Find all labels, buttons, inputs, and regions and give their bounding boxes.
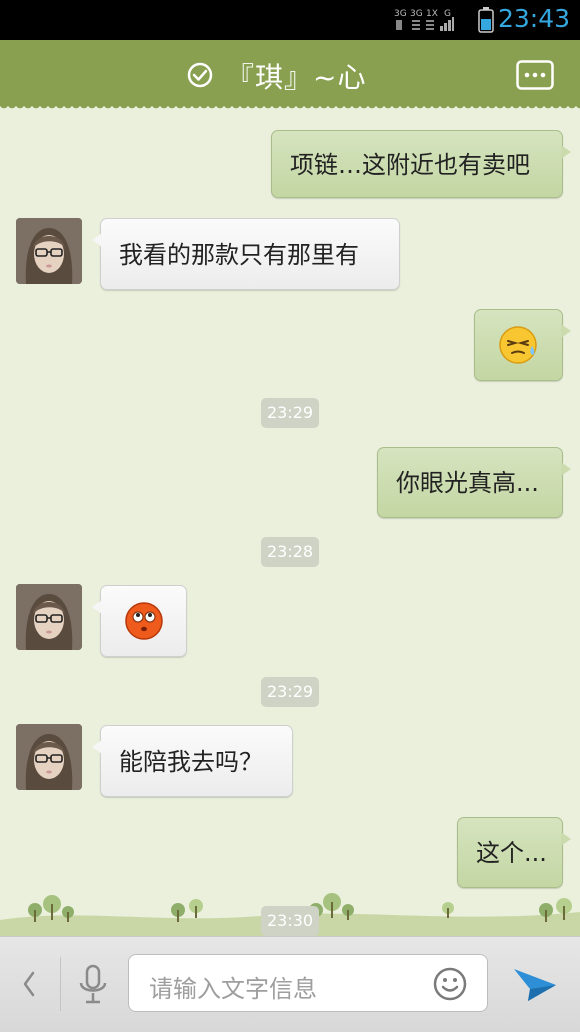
avatar-image <box>16 724 82 790</box>
battery-icon <box>478 7 494 33</box>
timestamp: 23:29 <box>261 398 319 428</box>
check-circle-icon <box>187 62 213 88</box>
title-bar: 『琪』~心 <box>0 40 580 112</box>
divider <box>60 957 61 1011</box>
message-text: 你眼光真高... <box>396 469 539 497</box>
timestamp: 23:28 <box>261 537 319 567</box>
avatar-image <box>16 584 82 650</box>
message-bubble-outgoing[interactable] <box>474 309 571 381</box>
send-icon[interactable] <box>512 963 558 1005</box>
message-text: 能陪我去吗？ <box>119 748 263 776</box>
message-bubble-incoming[interactable]: 我看的那款只有那里有 <box>92 218 400 290</box>
avatar[interactable] <box>16 218 82 284</box>
rolling-eyes-face-emoji-icon <box>124 602 163 640</box>
microphone-icon[interactable] <box>76 963 110 1005</box>
timestamp: 23:30 <box>261 906 319 936</box>
avatar-image <box>16 218 82 284</box>
message-bubble-incoming[interactable] <box>92 585 187 657</box>
input-bar: 请输入文字信息 <box>0 936 580 1032</box>
chevron-left-icon[interactable] <box>18 967 40 1001</box>
message-input-placeholder: 请输入文字信息 <box>149 975 317 1003</box>
svg-text:1X: 1X <box>426 9 438 19</box>
message-bubble-outgoing[interactable]: 这个... <box>457 817 571 888</box>
chat-title: 『琪』~心 <box>226 61 367 94</box>
message-bubble-outgoing[interactable]: 项链…这附近也有卖吧 <box>271 130 571 198</box>
message-text: 这个... <box>476 839 547 867</box>
status-bar: 3G 3G 1X G 23:43 <box>0 0 580 40</box>
network-signal-icon: 3G 3G 1X G <box>394 9 454 31</box>
svg-text:3G: 3G <box>394 9 407 19</box>
avatar[interactable] <box>16 584 82 650</box>
message-bubble-incoming[interactable]: 能陪我去吗？ <box>92 725 293 797</box>
chat-area[interactable]: 项链…这附近也有卖吧 我看的那款只有那里有 23:29 你眼光真高... 23:… <box>0 106 580 936</box>
avatar[interactable] <box>16 724 82 790</box>
message-text: 项链…这附近也有卖吧 <box>290 151 530 179</box>
message-input[interactable]: 请输入文字信息 <box>128 954 488 1012</box>
emoji-picker-icon[interactable] <box>433 967 467 1001</box>
status-clock: 23:43 <box>497 4 570 33</box>
message-bubble-outgoing[interactable]: 你眼光真高... <box>377 447 571 518</box>
svg-text:G: G <box>444 9 451 19</box>
message-text: 我看的那款只有那里有 <box>119 241 359 269</box>
sweat-face-emoji-icon <box>498 326 537 364</box>
more-options-icon[interactable] <box>516 60 554 90</box>
svg-text:3G: 3G <box>410 9 423 19</box>
timestamp: 23:29 <box>261 677 319 707</box>
